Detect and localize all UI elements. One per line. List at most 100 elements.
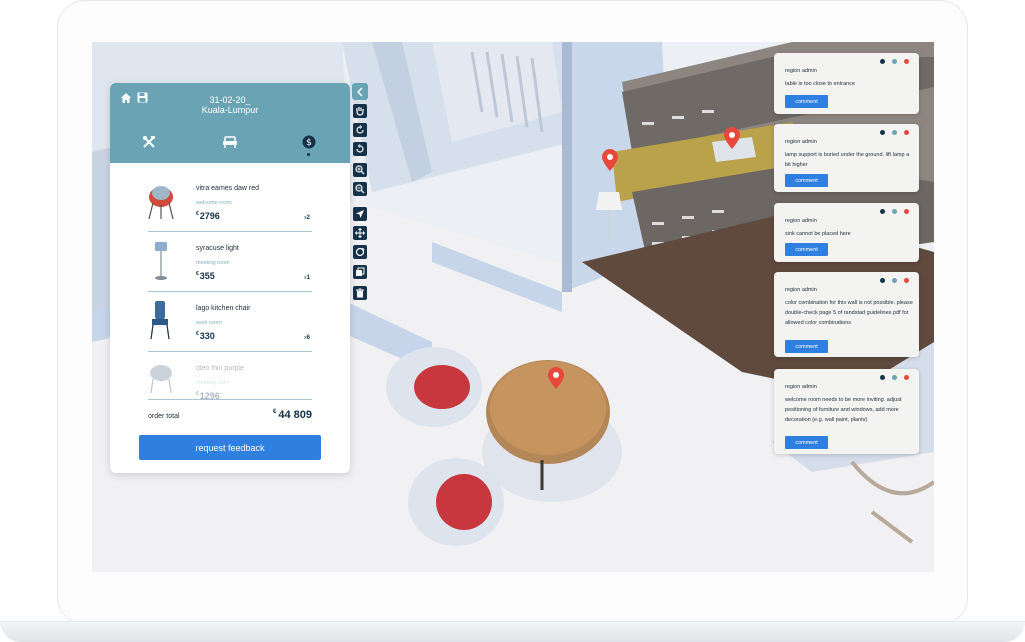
budget-icon: $	[302, 135, 316, 149]
delete-button[interactable]	[353, 286, 367, 300]
request-feedback-button[interactable]: request feedback	[139, 435, 321, 460]
indicator-dot	[892, 278, 897, 283]
zoom-in-icon	[355, 165, 365, 175]
divider	[148, 291, 312, 292]
list-item[interactable]: oleo thin purple meeting room €1296	[148, 353, 312, 399]
project-location: Kuala-Lumpur	[201, 105, 259, 115]
order-total-value: €44 809	[273, 409, 312, 421]
copy-button[interactable]	[353, 265, 367, 279]
comment-button[interactable]: comment	[785, 243, 828, 256]
card-indicators	[880, 59, 910, 65]
comment-button[interactable]: comment	[785, 436, 828, 449]
indicator-dot	[880, 375, 885, 380]
currency-symbol: €	[196, 331, 199, 337]
collapse-panel-button[interactable]	[352, 83, 368, 100]
order-total-amount: 44 809	[278, 409, 312, 421]
rotate-object-button[interactable]	[353, 245, 367, 259]
comment-card[interactable]: region admin table is too close to entra…	[774, 53, 919, 114]
tools-icon	[143, 136, 155, 148]
lamp-thumbnail	[155, 242, 167, 280]
quantity-value: 1	[306, 275, 310, 281]
item-name: lago kitchen chair	[196, 305, 251, 312]
item-price-value: 330	[199, 331, 215, 341]
order-items-list[interactable]: vitra eames daw red welcome room €2796 x…	[110, 169, 350, 399]
indicator-dot	[892, 375, 897, 380]
copy-icon	[356, 267, 365, 276]
item-price: €2796	[196, 211, 220, 221]
rotate-left-button[interactable]	[353, 123, 367, 137]
item-price-value: 1296	[199, 391, 220, 399]
comment-author: region admin	[785, 287, 817, 293]
indicator-dot	[904, 59, 909, 64]
item-price: €355	[196, 271, 215, 281]
comment-text: color combination for this wall is not p…	[785, 300, 913, 326]
comment-card[interactable]: region admin sink cannot be placed here …	[774, 203, 919, 262]
item-room: work room	[196, 320, 222, 326]
indicator-dot	[880, 59, 885, 64]
move-button[interactable]	[353, 226, 367, 240]
divider	[148, 231, 312, 232]
list-item[interactable]: syracuse light meeting room €355 x1	[148, 233, 312, 291]
tab-tools[interactable]	[140, 133, 158, 151]
indicator-dot	[880, 278, 885, 283]
indicator-dot	[904, 130, 909, 135]
item-price: €330	[196, 331, 215, 341]
comment-card[interactable]: region admin welcome room needs to be mo…	[774, 369, 919, 454]
quantity-value: 6	[306, 335, 310, 341]
tab-budget[interactable]: $	[300, 133, 318, 151]
comment-author: region admin	[785, 384, 817, 390]
project-date: 31-02-20_	[209, 95, 251, 105]
comment-text: table is too close to entrance	[785, 81, 856, 87]
currency-symbol: €	[196, 211, 199, 217]
indicator-dot	[904, 209, 909, 214]
card-indicators	[880, 278, 910, 284]
card-indicators	[880, 130, 910, 136]
zoom-out-button[interactable]	[353, 182, 367, 196]
hand-tool-button[interactable]	[353, 104, 367, 118]
currency-symbol: €	[273, 409, 277, 415]
indicator-dot	[904, 278, 909, 283]
zoom-in-button[interactable]	[353, 163, 367, 177]
pointer-icon	[356, 210, 364, 218]
active-tab-indicator	[307, 153, 310, 156]
svg-text:$: $	[306, 138, 312, 148]
item-room: meeting room	[196, 260, 230, 266]
indicator-dot	[880, 209, 885, 214]
item-name: vitra eames daw red	[196, 185, 260, 192]
laptop-base	[0, 621, 1025, 642]
chevron-left-icon	[356, 86, 363, 97]
rotate-right-button[interactable]	[353, 142, 367, 156]
item-quantity: x2	[304, 215, 310, 221]
card-indicators	[880, 209, 910, 215]
comment-author: region admin	[785, 68, 817, 74]
trash-icon	[356, 288, 364, 298]
location-pin-icon[interactable]	[602, 149, 618, 171]
order-panel: 31-02-20_ Kuala-Lumpur $ vitra eames daw…	[110, 83, 350, 473]
zoom-out-icon	[355, 184, 365, 194]
comment-button[interactable]: comment	[785, 95, 828, 108]
comment-text: sink cannot be placed here	[785, 231, 851, 237]
tab-furniture[interactable]	[221, 133, 239, 151]
list-item[interactable]: lago kitchen chair work room €330 x6	[148, 293, 312, 351]
location-pin-icon[interactable]	[548, 367, 564, 389]
comment-card[interactable]: region admin lamp support is buried unde…	[774, 124, 919, 192]
comment-text: welcome room needs to be more inviting. …	[785, 397, 902, 423]
comment-button[interactable]: comment	[785, 340, 828, 353]
list-item[interactable]: vitra eames daw red welcome room €2796 x…	[148, 173, 312, 231]
pointer-button[interactable]	[353, 207, 367, 221]
card-indicators	[880, 375, 910, 381]
indicator-dot	[904, 375, 909, 380]
kitchen-chair-thumbnail	[150, 301, 170, 340]
order-total-label: order total	[148, 413, 180, 420]
comment-card[interactable]: region admin color combination for this …	[774, 272, 919, 357]
furniture-icon	[223, 136, 237, 148]
chair-red-thumbnail	[148, 186, 174, 220]
rotate-left-icon	[356, 125, 364, 134]
comment-author: region admin	[785, 218, 817, 224]
location-pin-icon[interactable]	[724, 127, 740, 149]
comment-button[interactable]: comment	[785, 174, 828, 187]
item-price-value: 2796	[199, 211, 220, 221]
indicator-dot	[892, 209, 897, 214]
chair-purple-thumbnail	[150, 365, 172, 394]
item-room: welcome room	[196, 200, 232, 206]
